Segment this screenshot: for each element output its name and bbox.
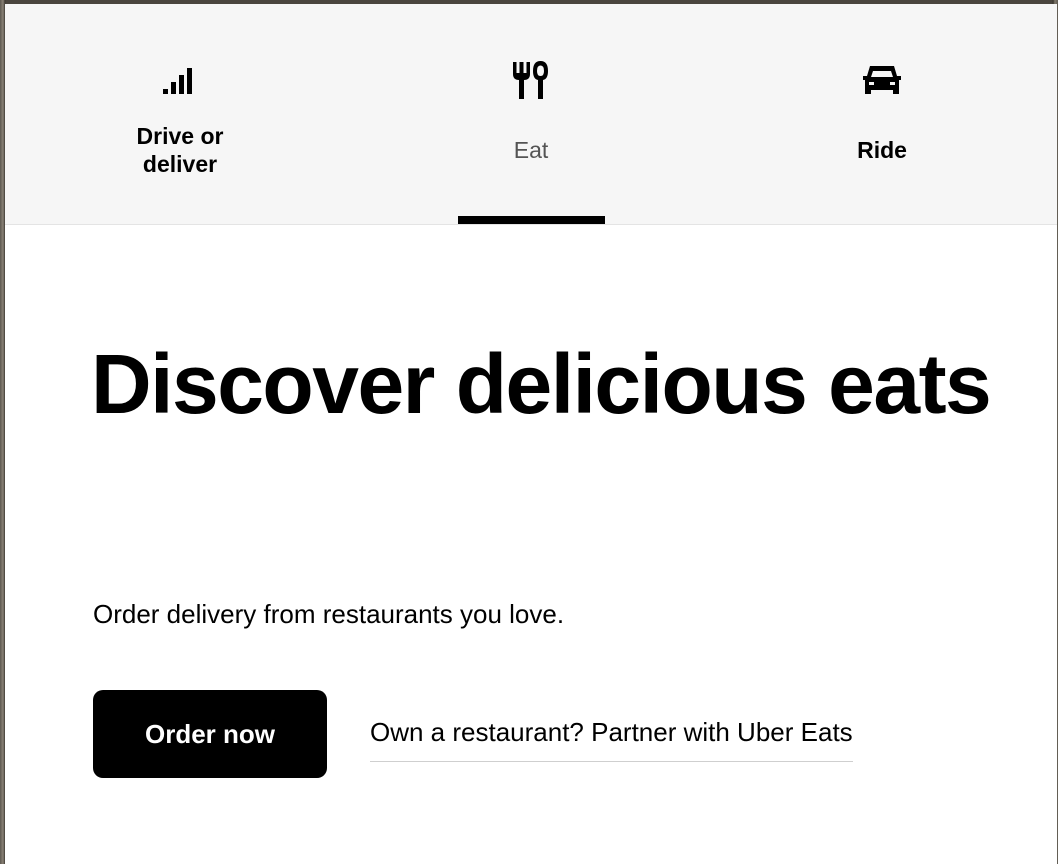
active-tab-indicator	[458, 216, 605, 224]
product-tab-bar: Drive or deliver Eat Ride	[5, 4, 1057, 225]
tab-ride[interactable]: Ride	[812, 4, 952, 225]
hero-headline: Discover delicious eats	[91, 337, 992, 431]
tab-eat[interactable]: Eat	[457, 4, 605, 225]
hero-card: Drive or deliver Eat Ride Discover delici…	[5, 4, 1057, 864]
tab-label-eat: Eat	[513, 137, 549, 163]
order-now-button[interactable]: Order now	[93, 690, 327, 778]
hero-subtitle: Order delivery from restaurants you love…	[93, 599, 565, 629]
partner-with-uber-eats-link[interactable]: Own a restaurant? Partner with Uber Eats	[370, 715, 853, 762]
tab-label-ride: Ride	[857, 137, 907, 163]
tab-drive-or-deliver[interactable]: Drive or deliver	[105, 4, 255, 225]
signal-bars-icon	[160, 58, 200, 102]
fork-knife-icon	[509, 58, 553, 102]
tab-label-drive: Drive or deliver	[136, 123, 224, 177]
car-icon	[860, 58, 904, 102]
